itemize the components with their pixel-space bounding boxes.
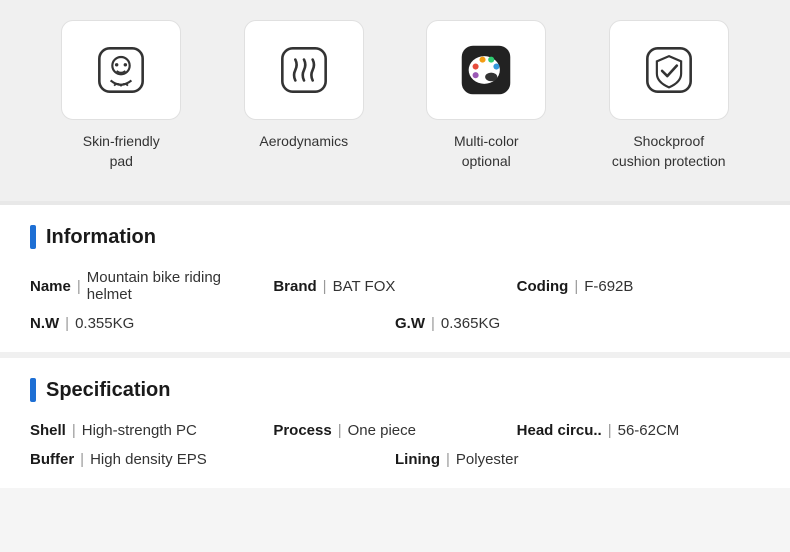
specification-title: Specification [30,378,760,402]
skin-friendly-label: Skin-friendlypad [83,132,160,171]
field-value-nw: 0.355KG [75,315,134,332]
field-label-coding: Coding [517,278,569,295]
field-nw: N.W | 0.355KG [30,315,395,332]
specification-fields: Shell | High-strength PC Process | One p… [30,422,760,468]
field-value-buffer: High density EPS [90,451,207,468]
field-value-name: Mountain bike riding helmet [87,269,254,303]
aerodynamics-label: Aerodynamics [259,132,348,152]
aerodynamics-icon [278,44,330,96]
shockproof-label: Shockproofcushion protection [612,132,726,171]
field-coding: Coding | F-692B [517,269,760,303]
field-gw: G.W | 0.365KG [395,315,760,332]
feature-multicolor: Multi-coloroptional [406,20,566,171]
field-value-process: One piece [348,422,416,439]
feature-aerodynamics: Aerodynamics [224,20,384,152]
field-value-coding: F-692B [584,278,633,295]
feature-shockproof: Shockproofcushion protection [589,20,749,171]
field-label-lining: Lining [395,451,440,468]
field-buffer: Buffer | High density EPS [30,451,395,468]
multicolor-label: Multi-coloroptional [454,132,519,171]
field-value-shell: High-strength PC [82,422,197,439]
shockproof-icon-box [609,20,729,120]
field-label-buffer: Buffer [30,451,74,468]
skin-friendly-icon [95,44,147,96]
field-label-name: Name [30,278,71,295]
field-name: Name | Mountain bike riding helmet [30,269,273,303]
information-section: Information Name | Mountain bike riding … [0,201,790,352]
specification-section: Specification Shell | High-strength PC P… [0,352,790,488]
field-shell: Shell | High-strength PC [30,422,273,439]
feature-skin-friendly: Skin-friendlypad [41,20,201,171]
multicolor-icon-box [426,20,546,120]
information-fields: Name | Mountain bike riding helmet Brand… [30,269,760,332]
field-label-shell: Shell [30,422,66,439]
field-brand: Brand | BAT FOX [273,269,516,303]
field-value-gw: 0.365KG [441,315,500,332]
multicolor-icon [460,44,512,96]
field-value-lining: Polyester [456,451,519,468]
shockproof-icon [643,44,695,96]
information-title: Information [30,225,760,249]
field-value-head-circu: 56-62CM [618,422,680,439]
field-label-process: Process [273,422,331,439]
field-process: Process | One piece [273,422,516,439]
aerodynamics-icon-box [244,20,364,120]
skin-friendly-icon-box [61,20,181,120]
field-lining: Lining | Polyester [395,451,760,468]
field-head-circu: Head circu.. | 56-62CM [517,422,760,439]
features-section: Skin-friendlypad Aerodynamics [0,0,790,201]
field-label-head-circu: Head circu.. [517,422,602,439]
field-label-nw: N.W [30,315,59,332]
field-label-brand: Brand [273,278,316,295]
field-label-gw: G.W [395,315,425,332]
field-value-brand: BAT FOX [333,278,396,295]
